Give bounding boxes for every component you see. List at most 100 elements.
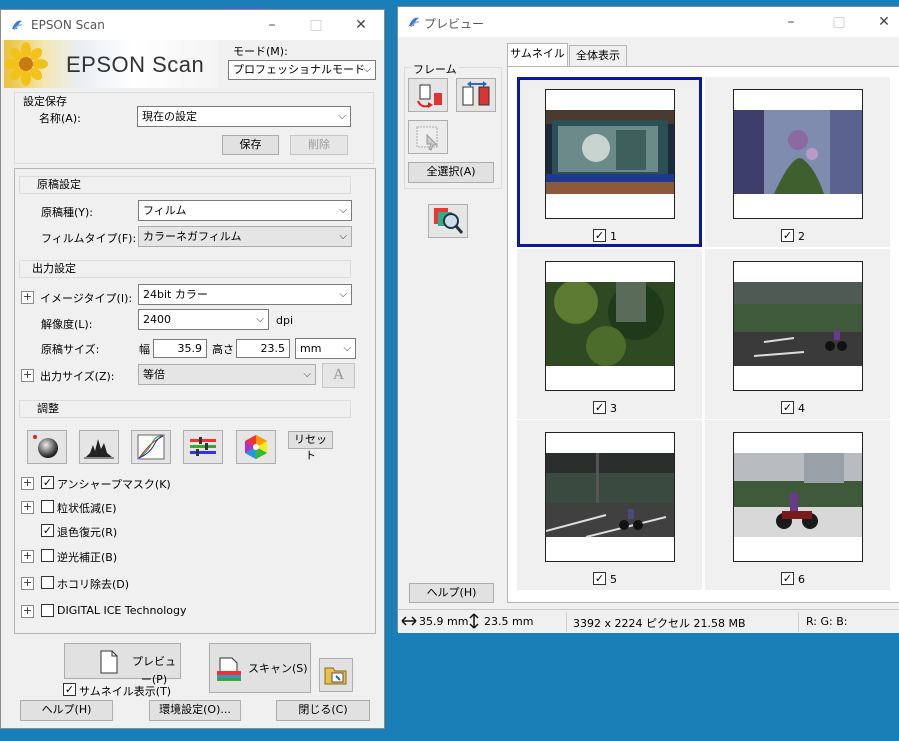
document-settings-heading: 原稿設定 (19, 176, 351, 194)
minimize-button[interactable]: – (249, 10, 295, 40)
color-restoration-label: 退色復元(R) (57, 526, 118, 539)
resolution-combo[interactable]: 2400 ⌵ (138, 309, 269, 330)
window-title: EPSON Scan (31, 18, 105, 32)
expand-backlight-button[interactable]: + (21, 550, 34, 563)
garden-photo (546, 282, 674, 366)
tab-thumbnail-label: サムネイル (510, 47, 565, 60)
chevron-down-icon: ⌵ (339, 231, 347, 242)
scanner-icon (217, 657, 241, 681)
thumbnail-image (733, 432, 863, 562)
chevron-down-icon: ⌵ (339, 289, 347, 300)
tone-curve-button[interactable] (131, 430, 171, 464)
dust-removal-label: ホコリ除去(D) (57, 578, 130, 591)
backlight-correction-checkbox[interactable] (41, 549, 54, 562)
document-size-label: 原稿サイズ: (41, 343, 100, 356)
film-type-select[interactable]: カラーネガフィルム ⌵ (138, 226, 352, 247)
histogram-icon (84, 439, 114, 459)
tone-curve-icon (137, 434, 165, 460)
width-input[interactable]: 35.9 (153, 339, 207, 358)
scan-label: スキャン(S) (248, 662, 308, 675)
chevron-down-icon: ⌵ (256, 314, 264, 325)
delete-button[interactable]: 削除 (290, 135, 348, 155)
frame-settings-button[interactable] (408, 120, 448, 154)
reset-button[interactable]: リセット (288, 431, 333, 462)
open-folder-button[interactable] (319, 658, 353, 692)
thumbnail-4[interactable]: ✓ 4 (705, 249, 890, 419)
epson-app-icon (409, 17, 420, 28)
status-pixels: 3392 x 2224 ピクセル 21.58 MB (573, 617, 746, 630)
minimize-button[interactable]: – (768, 7, 814, 37)
expand-unsharp-button[interactable]: + (21, 477, 34, 490)
thumbnail-3[interactable]: ✓ 3 (517, 249, 702, 419)
film-type-value: カラーネガフィルム (143, 230, 242, 243)
chevron-down-icon: ⌵ (343, 343, 351, 354)
flower-logo-icon (4, 42, 48, 86)
chevron-down-icon: ⌵ (339, 205, 347, 216)
film-type-label: フィルムタイプ(F): (41, 232, 137, 245)
epson-app-icon (12, 20, 23, 31)
thumbnail-5[interactable]: ✓ 5 (517, 420, 702, 590)
auto-exposure-button[interactable] (27, 430, 67, 464)
close-window-button[interactable]: ✕ (861, 7, 899, 37)
thumbnail-1[interactable]: ✓ 1 (517, 77, 702, 247)
thumbnail-checkbox[interactable]: ✓ (593, 401, 606, 414)
close-window-button[interactable]: ✕ (338, 10, 384, 40)
histogram-button[interactable] (79, 430, 119, 464)
configuration-button[interactable]: 環境設定(O)... (149, 700, 241, 721)
maximize-button[interactable]: □ (816, 7, 862, 37)
thumbnail-checkbox[interactable]: ✓ (781, 229, 794, 242)
scan-button[interactable]: スキャン(S) (209, 643, 311, 693)
thumbnail-checkbox[interactable]: ✓ (781, 572, 794, 585)
color-balance-button[interactable] (183, 430, 223, 464)
folder-icon (324, 667, 347, 685)
close-button[interactable]: 閉じる(C) (276, 700, 370, 721)
help-button[interactable]: ヘルプ(H) (20, 700, 113, 721)
resolution-label: 解像度(L): (41, 318, 93, 331)
document-type-select[interactable]: フィルム ⌵ (138, 200, 352, 221)
thumbnail-image (545, 432, 675, 562)
tab-thumbnail[interactable]: サムネイル (507, 43, 568, 67)
name-select[interactable]: 現在の設定 ⌵ (137, 106, 351, 127)
color-palette-button[interactable] (236, 430, 276, 464)
color-balance-icon (190, 437, 216, 456)
flip-frame-button[interactable] (456, 78, 496, 112)
dust-removal-checkbox[interactable] (41, 576, 54, 589)
color-restoration-checkbox[interactable]: ✓ (41, 524, 54, 537)
select-all-button[interactable]: 全選択(A) (408, 162, 494, 183)
thumbnail-checkbox[interactable]: ✓ (593, 229, 606, 242)
unsharp-checkbox[interactable]: ✓ (41, 476, 54, 489)
image-type-select[interactable]: 24bit カラー ⌵ (138, 284, 352, 305)
tab-overall[interactable]: 全体表示 (569, 45, 627, 66)
zoom-button[interactable] (428, 204, 468, 238)
thumbnail-checkbox[interactable]: ✓ (781, 401, 794, 414)
thumbnail-6[interactable]: ✓ 6 (705, 420, 890, 590)
save-button[interactable]: 保存 (222, 135, 279, 155)
preview-button[interactable]: プレビュー(P) (64, 643, 181, 686)
thumbnail-image (545, 89, 675, 219)
height-label: 高さ (212, 343, 234, 356)
font-settings-button[interactable]: A (322, 363, 355, 388)
thumbnail-checkbox[interactable]: ✓ (593, 572, 606, 585)
expand-grain-button[interactable]: + (21, 501, 34, 514)
digital-ice-checkbox[interactable] (41, 604, 54, 617)
grain-reduction-checkbox[interactable] (41, 500, 54, 513)
expand-ice-button[interactable]: + (21, 605, 34, 618)
street-night-photo (546, 453, 674, 537)
output-size-select[interactable]: 等倍 ⌵ (138, 364, 316, 385)
title-bar: EPSON Scan – □ ✕ (1, 10, 384, 40)
thumbnail-number: 4 (798, 402, 805, 415)
color-palette-icon (245, 435, 267, 459)
resolution-value: 2400 (143, 313, 171, 326)
expand-image-type-button[interactable]: + (21, 291, 34, 304)
thumbnail-checkbox[interactable]: ✓ (63, 683, 76, 696)
rotate-frame-button[interactable] (408, 78, 448, 112)
thumbnail-grid: ✓ 1 ✓ 2 ✓ 3 ✓ 4 ✓ 5 ✓ 6 (517, 77, 892, 593)
help-button[interactable]: ヘルプ(H) (409, 583, 494, 603)
expand-output-size-button[interactable]: + (21, 369, 34, 382)
mode-select[interactable]: プロフェッショナルモード ⌵ (228, 60, 376, 80)
height-input[interactable]: 23.5 (236, 339, 290, 358)
thumbnail-2[interactable]: ✓ 2 (705, 77, 890, 247)
maximize-button[interactable]: □ (293, 10, 339, 40)
expand-dust-button[interactable]: + (21, 577, 34, 590)
size-unit-select[interactable]: mm ⌵ (295, 338, 356, 359)
